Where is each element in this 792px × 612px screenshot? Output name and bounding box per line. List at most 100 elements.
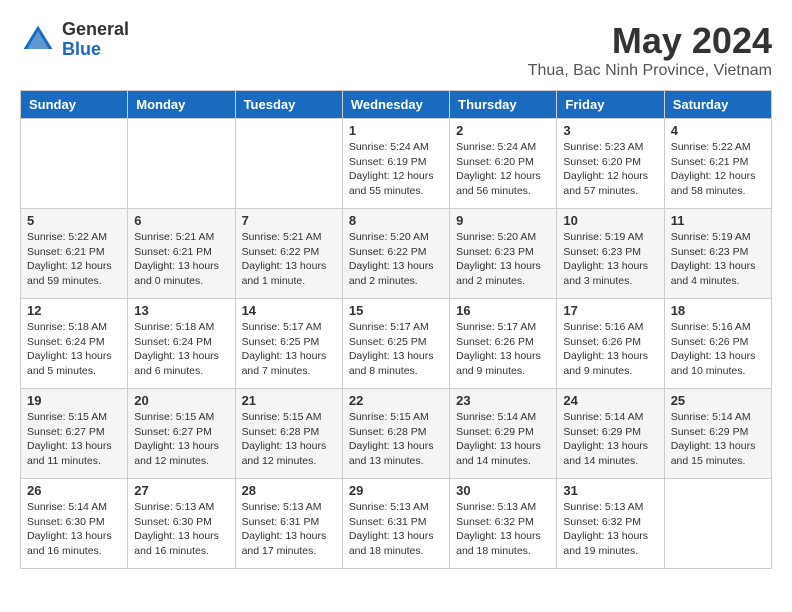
calendar-cell: 29Sunrise: 5:13 AM Sunset: 6:31 PM Dayli…: [342, 479, 449, 569]
day-number: 16: [456, 303, 550, 318]
cell-info: Sunrise: 5:13 AM Sunset: 6:30 PM Dayligh…: [134, 500, 228, 559]
calendar-cell: 26 Sunrise: 5:14 AM Sunset: 6:30 PM Dayli…: [21, 479, 128, 569]
day-number: 30: [456, 483, 550, 498]
calendar-cell: 31 Sunrise: 5:13 AM Sunset: 6:32 PM Dayli…: [557, 479, 664, 569]
cell-info: Sunrise: 5:14 AM Sunset: 6:29 PM Dayligh…: [563, 410, 657, 469]
cell-info: Sunrise: 5:13 AM Sunset: 6:32 PM Dayligh…: [563, 500, 657, 559]
cell-info: Sunrise: 5:21 AM Sunset: 6:21 PM Dayligh…: [134, 230, 228, 289]
cell-info: Sunrise: 5:15 AM Sunset: 6:28 PM Dayligh…: [242, 410, 336, 469]
cell-info: Sunrise: 5:19 AM Sunset: 6:23 PM Dayligh…: [671, 230, 765, 289]
weekday-header-monday: Monday: [128, 91, 235, 119]
day-number: 4: [671, 123, 765, 138]
cell-info: Sunrise: 5:14 AM Sunset: 6:29 PM Dayligh…: [671, 410, 765, 469]
weekday-header-row: SundayMondayTuesdayWednesdayThursdayFrid…: [21, 91, 772, 119]
cell-info: Sunrise: 5:17 AM Sunset: 6:25 PM Dayligh…: [242, 320, 336, 379]
calendar-cell: 12Sunrise: 5:18 AM Sunset: 6:24 PM Dayli…: [21, 299, 128, 389]
cell-info: Sunrise: 5:13 AM Sunset: 6:32 PM Dayligh…: [456, 500, 550, 559]
weekday-header-wednesday: Wednesday: [342, 91, 449, 119]
calendar-cell: 21 Sunrise: 5:15 AM Sunset: 6:28 PM Dayli…: [235, 389, 342, 479]
calendar-row: 12 Sunrise: 5:18 AM Sunset: 6:24 PM Dayli…: [21, 299, 772, 389]
day-number: 25: [671, 393, 765, 408]
day-number: 21: [242, 393, 336, 408]
day-number: 22: [349, 393, 443, 408]
calendar-cell: 11 Sunrise: 5:19 AM Sunset: 6:23 PM Dayli…: [664, 209, 771, 299]
calendar-cell: 8 Sunrise: 5:20 AM Sunset: 6:22 PM Daylig…: [342, 209, 449, 299]
day-number: 20: [134, 393, 228, 408]
calendar-cell: 7Sunrise: 5:21 AM Sunset: 6:22 PM Daylig…: [235, 209, 342, 299]
calendar-row: 19 Sunrise: 5:15 AM Sunset: 6:27 PM Dayli…: [21, 389, 772, 479]
day-number: 23: [456, 393, 550, 408]
calendar-cell: 22 Sunrise: 5:15 AM Sunset: 6:28 PM Dayli…: [342, 389, 449, 479]
title-section: May 2024 Thua, Bac Ninh Province, Vietna…: [528, 20, 772, 80]
calendar-cell: 13 Sunrise: 5:18 AM Sunset: 6:24 PM Dayli…: [128, 299, 235, 389]
location-text: Thua, Bac Ninh Province, Vietnam: [528, 62, 772, 80]
calendar-cell: 30 Sunrise: 5:13 AM Sunset: 6:32 PM Dayli…: [450, 479, 557, 569]
day-number: 13: [134, 303, 228, 318]
day-number: 6: [134, 213, 228, 228]
calendar-table: SundayMondayTuesdayWednesdayThursdayFrid…: [20, 90, 772, 569]
day-number: 11: [671, 213, 765, 228]
day-number: 17: [563, 303, 657, 318]
calendar-row: 26 Sunrise: 5:14 AM Sunset: 6:30 PM Dayli…: [21, 479, 772, 569]
day-number: 14: [242, 303, 336, 318]
cell-info: Sunrise: 5:20 AM Sunset: 6:22 PM Dayligh…: [349, 230, 443, 289]
cell-info: Sunrise: 5:13 AM Sunset: 6:31 PM Dayligh…: [349, 500, 443, 559]
weekday-header-saturday: Saturday: [664, 91, 771, 119]
calendar-cell: 28Sunrise: 5:13 AM Sunset: 6:31 PM Dayli…: [235, 479, 342, 569]
calendar-cell: 19 Sunrise: 5:15 AM Sunset: 6:27 PM Dayli…: [21, 389, 128, 479]
cell-info: Sunrise: 5:22 AM Sunset: 6:21 PM Dayligh…: [27, 230, 121, 289]
day-number: 5: [27, 213, 121, 228]
calendar-cell: 2 Sunrise: 5:24 AM Sunset: 6:20 PM Daylig…: [450, 119, 557, 209]
weekday-header-friday: Friday: [557, 91, 664, 119]
cell-info: Sunrise: 5:17 AM Sunset: 6:25 PM Dayligh…: [349, 320, 443, 379]
calendar-cell: 3 Sunrise: 5:23 AM Sunset: 6:20 PM Daylig…: [557, 119, 664, 209]
weekday-header-sunday: Sunday: [21, 91, 128, 119]
calendar-cell: 6 Sunrise: 5:21 AM Sunset: 6:21 PM Daylig…: [128, 209, 235, 299]
logo: General Blue: [20, 20, 129, 60]
cell-info: Sunrise: 5:15 AM Sunset: 6:27 PM Dayligh…: [134, 410, 228, 469]
cell-info: Sunrise: 5:15 AM Sunset: 6:27 PM Dayligh…: [27, 410, 121, 469]
cell-info: Sunrise: 5:23 AM Sunset: 6:20 PM Dayligh…: [563, 140, 657, 199]
day-number: 18: [671, 303, 765, 318]
day-number: 2: [456, 123, 550, 138]
calendar-cell: [21, 119, 128, 209]
day-number: 3: [563, 123, 657, 138]
cell-info: Sunrise: 5:24 AM Sunset: 6:20 PM Dayligh…: [456, 140, 550, 199]
day-number: 8: [349, 213, 443, 228]
cell-info: Sunrise: 5:16 AM Sunset: 6:26 PM Dayligh…: [563, 320, 657, 379]
cell-info: Sunrise: 5:18 AM Sunset: 6:24 PM Dayligh…: [134, 320, 228, 379]
cell-info: Sunrise: 5:15 AM Sunset: 6:28 PM Dayligh…: [349, 410, 443, 469]
cell-info: Sunrise: 5:14 AM Sunset: 6:29 PM Dayligh…: [456, 410, 550, 469]
day-number: 26: [27, 483, 121, 498]
calendar-cell: 24Sunrise: 5:14 AM Sunset: 6:29 PM Dayli…: [557, 389, 664, 479]
calendar-cell: 27Sunrise: 5:13 AM Sunset: 6:30 PM Dayli…: [128, 479, 235, 569]
day-number: 19: [27, 393, 121, 408]
calendar-cell: 14 Sunrise: 5:17 AM Sunset: 6:25 PM Dayli…: [235, 299, 342, 389]
calendar-row: 1Sunrise: 5:24 AM Sunset: 6:19 PM Daylig…: [21, 119, 772, 209]
logo-icon: [20, 22, 56, 58]
calendar-cell: 17 Sunrise: 5:16 AM Sunset: 6:26 PM Dayli…: [557, 299, 664, 389]
calendar-cell: [235, 119, 342, 209]
logo-general-text: General: [62, 20, 129, 40]
calendar-cell: [664, 479, 771, 569]
cell-info: Sunrise: 5:13 AM Sunset: 6:31 PM Dayligh…: [242, 500, 336, 559]
calendar-cell: 5 Sunrise: 5:22 AM Sunset: 6:21 PM Daylig…: [21, 209, 128, 299]
calendar-cell: 9Sunrise: 5:20 AM Sunset: 6:23 PM Daylig…: [450, 209, 557, 299]
day-number: 15: [349, 303, 443, 318]
cell-info: Sunrise: 5:14 AM Sunset: 6:30 PM Dayligh…: [27, 500, 121, 559]
calendar-cell: 18 Sunrise: 5:16 AM Sunset: 6:26 PM Dayli…: [664, 299, 771, 389]
cell-info: Sunrise: 5:21 AM Sunset: 6:22 PM Dayligh…: [242, 230, 336, 289]
weekday-header-tuesday: Tuesday: [235, 91, 342, 119]
calendar-row: 5 Sunrise: 5:22 AM Sunset: 6:21 PM Daylig…: [21, 209, 772, 299]
cell-info: Sunrise: 5:24 AM Sunset: 6:19 PM Dayligh…: [349, 140, 443, 199]
cell-info: Sunrise: 5:17 AM Sunset: 6:26 PM Dayligh…: [456, 320, 550, 379]
calendar-cell: 25 Sunrise: 5:14 AM Sunset: 6:29 PM Dayli…: [664, 389, 771, 479]
day-number: 12: [27, 303, 121, 318]
calendar-cell: 1Sunrise: 5:24 AM Sunset: 6:19 PM Daylig…: [342, 119, 449, 209]
cell-info: Sunrise: 5:16 AM Sunset: 6:26 PM Dayligh…: [671, 320, 765, 379]
calendar-cell: 15 Sunrise: 5:17 AM Sunset: 6:25 PM Dayli…: [342, 299, 449, 389]
cell-info: Sunrise: 5:19 AM Sunset: 6:23 PM Dayligh…: [563, 230, 657, 289]
calendar-cell: 10Sunrise: 5:19 AM Sunset: 6:23 PM Dayli…: [557, 209, 664, 299]
day-number: 31: [563, 483, 657, 498]
cell-info: Sunrise: 5:22 AM Sunset: 6:21 PM Dayligh…: [671, 140, 765, 199]
